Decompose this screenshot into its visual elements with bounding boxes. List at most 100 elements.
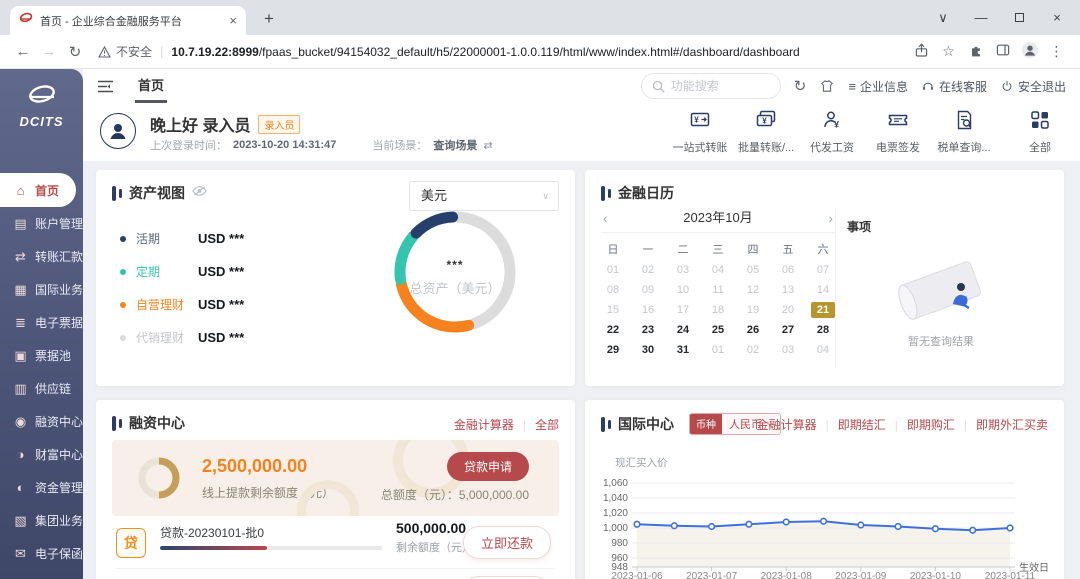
quick-action-salary[interactable]: ¥代发工资 xyxy=(804,108,860,155)
calendar-day[interactable]: 19 xyxy=(741,302,765,318)
next-month-icon[interactable]: › xyxy=(828,208,833,228)
financing-link-all[interactable]: 全部 xyxy=(535,416,559,433)
calendar-day[interactable]: 28 xyxy=(811,322,835,338)
scene-switch-icon[interactable]: ⇄ xyxy=(483,139,492,152)
window-restore-button[interactable] xyxy=(1000,10,1038,25)
calendar-day[interactable]: 25 xyxy=(706,322,730,338)
calendar-day[interactable]: 04 xyxy=(706,262,730,278)
calendar-day[interactable]: 24 xyxy=(671,322,695,338)
legend-label: 代销理财 xyxy=(136,329,198,346)
calendar-day[interactable]: 23 xyxy=(636,322,660,338)
refresh-icon[interactable]: ↻ xyxy=(794,77,807,95)
back-icon[interactable]: ← xyxy=(10,43,36,60)
browser-menu-icon[interactable]: ⋮ xyxy=(1043,43,1070,60)
safe-exit-link[interactable]: 安全退出 xyxy=(1000,78,1066,95)
calendar-day[interactable]: 16 xyxy=(636,302,660,318)
quick-action-tax-query[interactable]: 税单查询... xyxy=(936,108,992,155)
intl-link-spot-purchase[interactable]: 即期购汇 xyxy=(907,416,955,433)
quick-action-batch-transfer[interactable]: ¥批量转账/... xyxy=(738,108,794,155)
tab-home[interactable]: 首页 xyxy=(138,69,164,103)
browser-tab[interactable]: 首页 - 企业综合金融服务平台 × xyxy=(10,6,246,35)
calendar-day[interactable]: 12 xyxy=(741,282,765,298)
enterprise-info-link[interactable]: ≡企业信息 xyxy=(848,78,908,95)
window-close-button[interactable]: × xyxy=(1038,10,1076,25)
side-panel-icon[interactable] xyxy=(989,42,1016,61)
calendar-day[interactable]: 17 xyxy=(671,302,695,318)
tab-close-icon[interactable]: × xyxy=(229,13,237,28)
calendar-day[interactable]: 02 xyxy=(741,342,765,358)
repay-now-button[interactable]: 立即还款 xyxy=(463,526,551,559)
svg-text:1,060: 1,060 xyxy=(603,478,628,489)
quick-action-one-stop-transfer[interactable]: ¥一站式转账 xyxy=(672,108,728,155)
calendar-day[interactable]: 20 xyxy=(776,302,800,318)
calendar-day[interactable]: 11 xyxy=(706,282,730,298)
bookmark-star-icon[interactable]: ☆ xyxy=(935,43,962,60)
calendar-day[interactable]: 06 xyxy=(776,262,800,278)
financing-link-finance-calculator[interactable]: 金融计算器 xyxy=(454,416,514,433)
window-chevron-icon[interactable]: ∨ xyxy=(924,10,962,26)
online-service-link[interactable]: 在线客服 xyxy=(921,78,987,95)
quick-action-all[interactable]: 全部 xyxy=(1012,108,1068,155)
function-search[interactable] xyxy=(641,73,781,99)
menu-fold-icon[interactable] xyxy=(97,79,114,94)
calendar-day[interactable]: 29 xyxy=(601,342,625,358)
calendar-day[interactable]: 10 xyxy=(671,282,695,298)
calendar-day[interactable]: 15 xyxy=(601,302,625,318)
url-text[interactable]: 10.7.19.22:8999/fpaas_bucket/94154032_de… xyxy=(171,45,908,59)
sidebar-item-funds[interactable]: ◐资金管理 xyxy=(0,471,83,504)
svg-text:1,000: 1,000 xyxy=(603,523,628,534)
window-minimize-button[interactable]: — xyxy=(962,10,1000,25)
sidebar-item-group[interactable]: ▧集团业务 xyxy=(0,504,83,537)
calendar-day[interactable]: 09 xyxy=(636,282,660,298)
intl-link-spot-settlement[interactable]: 即期结汇 xyxy=(838,416,886,433)
sidebar-item-bill-pool[interactable]: ▣票据池 xyxy=(0,339,83,372)
sidebar-item-ebill[interactable]: ≣电子票据 xyxy=(0,306,83,339)
calendar-day[interactable]: 26 xyxy=(741,322,765,338)
calendar-day[interactable]: 08 xyxy=(601,282,625,298)
sidebar-item-financing[interactable]: ◉融资中心 xyxy=(0,405,83,438)
extensions-puzzle-icon[interactable] xyxy=(962,42,989,61)
security-chip[interactable]: 不安全 xyxy=(98,43,152,60)
calendar-day[interactable]: 13 xyxy=(776,282,800,298)
calendar-day[interactable]: 30 xyxy=(636,342,660,358)
forward-icon[interactable]: → xyxy=(36,43,62,60)
calendar-day[interactable]: 18 xyxy=(706,302,730,318)
calendar-day[interactable]: 01 xyxy=(706,342,730,358)
visibility-toggle-icon[interactable] xyxy=(192,184,207,202)
sidebar-item-wealth[interactable]: ◑财富中心 xyxy=(0,438,83,471)
reload-icon[interactable]: ↻ xyxy=(62,43,88,61)
financing-card-title: 融资中心 xyxy=(129,413,185,433)
sidebar-item-supply-chain[interactable]: ▥供应链 xyxy=(0,372,83,405)
loan-apply-button[interactable]: 贷款申请 xyxy=(447,452,529,481)
calendar-day[interactable]: 31 xyxy=(671,342,695,358)
sidebar-item-guarantee[interactable]: ✉电子保函 xyxy=(0,537,83,570)
sidebar-item-transfer[interactable]: ⇄转账汇款 xyxy=(0,240,83,273)
calendar-day[interactable]: 07 xyxy=(811,262,835,278)
one-stop-transfer-icon: ¥ xyxy=(688,119,712,136)
home-icon: ⌂ xyxy=(13,183,28,198)
quick-action-ebill-issue[interactable]: 电票签发 xyxy=(870,108,926,155)
sidebar-item-international[interactable]: ▦国际业务 xyxy=(0,273,83,306)
user-avatar[interactable] xyxy=(100,113,136,149)
calendar-day[interactable]: 03 xyxy=(776,342,800,358)
search-input[interactable] xyxy=(671,79,766,93)
calendar-day[interactable]: 05 xyxy=(741,262,765,278)
theme-skin-icon[interactable] xyxy=(819,78,835,94)
intl-link-spot-fx-trade[interactable]: 即期外汇买卖 xyxy=(976,416,1048,433)
new-tab-button[interactable]: + xyxy=(256,6,282,32)
sidebar-item-accounts[interactable]: ▤账户管理 xyxy=(0,207,83,240)
calendar-day[interactable]: 01 xyxy=(601,262,625,278)
sidebar-item-label: 票据池 xyxy=(35,347,71,364)
calendar-day[interactable]: 02 xyxy=(636,262,660,278)
calendar-day[interactable]: 04 xyxy=(811,342,835,358)
intl-link-finance-calculator[interactable]: 金融计算器 xyxy=(757,416,817,433)
calendar-day[interactable]: 27 xyxy=(776,322,800,338)
calendar-day[interactable]: 14 xyxy=(811,282,835,298)
empty-state-text: 暂无查询结果 xyxy=(861,333,1021,349)
calendar-day-today[interactable]: 21 xyxy=(811,302,835,318)
calendar-day[interactable]: 22 xyxy=(601,322,625,338)
calendar-day[interactable]: 03 xyxy=(671,262,695,278)
sidebar-item-home[interactable]: ⌂首页 xyxy=(0,173,76,207)
profile-avatar[interactable] xyxy=(1016,41,1043,62)
share-icon[interactable] xyxy=(908,42,935,62)
